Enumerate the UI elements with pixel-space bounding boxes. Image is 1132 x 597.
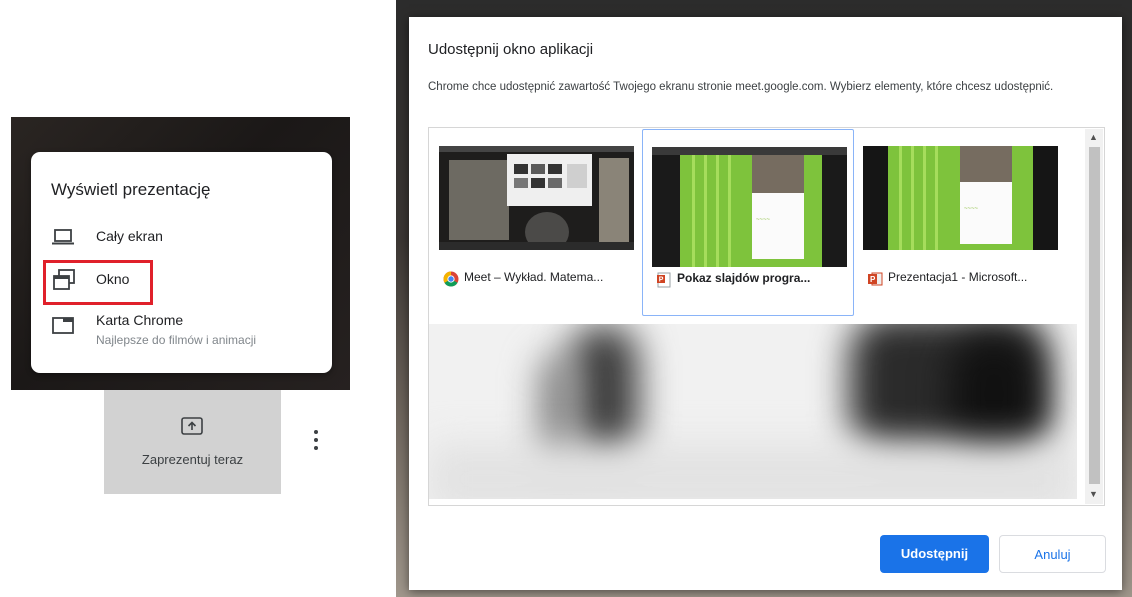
chrome-tab-icon [52, 316, 74, 339]
menu-item-label: Cały ekran [96, 228, 163, 244]
window-thumbnail [439, 146, 634, 252]
svg-text:P: P [659, 277, 664, 284]
window-tile-slideshow[interactable]: ~~~~ P Pokaz slajdów progra... [642, 129, 854, 316]
cancel-button[interactable]: Anuluj [999, 535, 1106, 573]
window-tile-label: Pokaz slajdów progra... [677, 271, 811, 285]
menu-item-label: Okno [96, 271, 130, 287]
share-button[interactable]: Udostępnij [880, 535, 989, 573]
window-tile-label: Meet – Wykład. Matema... [464, 270, 604, 284]
share-window-dialog: Udostępnij okno aplikacji Chrome chce ud… [409, 17, 1122, 590]
scroll-down-icon[interactable]: ▼ [1089, 489, 1098, 499]
scrollbar-thumb[interactable] [1089, 147, 1100, 484]
svg-text:~~~~: ~~~~ [756, 217, 771, 223]
window-picker: Meet – Wykład. Matema... ~~~~ P Pokaz sl… [428, 127, 1105, 506]
present-now-button[interactable]: Zaprezentuj teraz [104, 390, 281, 494]
present-menu-title: Wyświetl prezentację [51, 180, 211, 199]
svg-text:~~~~: ~~~~ [964, 206, 979, 212]
menu-item-window[interactable]: Okno [31, 258, 332, 305]
present-now-label: Zaprezentuj teraz [141, 452, 244, 467]
more-vert-icon[interactable] [309, 430, 323, 454]
dialog-description: Chrome chce udostępnić zawartość Twojego… [428, 81, 1054, 93]
menu-item-entire-screen[interactable]: Cały ekran [31, 218, 332, 258]
present-menu: Wyświetl prezentację Cały ekran Okno Kar… [31, 152, 332, 373]
menu-item-label: Karta Chrome [96, 312, 184, 328]
powerpoint-icon: P [867, 271, 883, 287]
menu-item-chrome-tab[interactable]: Karta Chrome Najlepsze do filmów i anima… [31, 306, 332, 347]
window-tile-label: Prezentacja1 - Microsoft... [888, 270, 1028, 284]
window-tile-meet[interactable]: Meet – Wykład. Matema... [430, 129, 642, 316]
svg-text:P: P [870, 275, 876, 284]
window-thumbnail: ~~~~ [863, 146, 1058, 250]
scrollbar[interactable]: ▲ ▼ [1085, 129, 1103, 504]
present-upload-icon [181, 417, 203, 440]
menu-item-sublabel: Najlepsze do filmów i animacji [96, 333, 257, 347]
chrome-icon [443, 271, 459, 287]
window-thumbnail: ~~~~ [652, 147, 847, 267]
window-tile-powerpoint[interactable]: ~~~~ P Prezentacja1 - Microsoft... [854, 129, 1066, 316]
laptop-icon [52, 228, 74, 251]
window-icon [52, 268, 76, 297]
powerpoint-slideshow-icon: P [656, 272, 672, 288]
scroll-up-icon[interactable]: ▲ [1089, 132, 1098, 142]
dialog-title: Udostępnij okno aplikacji [428, 41, 594, 58]
blurred-window-thumbnails [429, 324, 1077, 499]
